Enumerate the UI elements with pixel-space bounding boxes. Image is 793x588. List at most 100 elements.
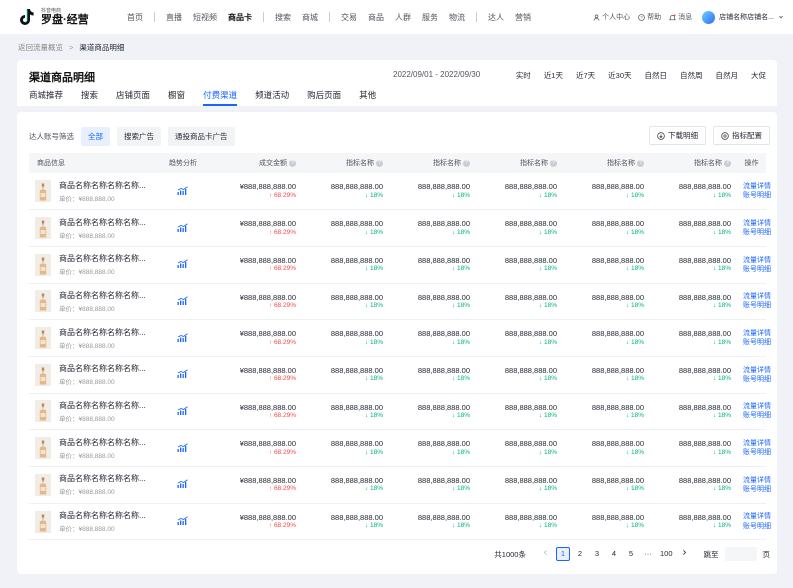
traffic-detail-link[interactable]: 流量详情 — [743, 219, 771, 228]
traffic-detail-link[interactable]: 流量详情 — [743, 182, 771, 191]
help-link[interactable]: ? 帮助 — [638, 12, 661, 22]
col-metric-4[interactable]: 指标名称? — [563, 153, 650, 173]
nav-item-group3-1[interactable]: 商城 — [302, 12, 318, 23]
product-name[interactable]: 商品名称名称名称名称... — [59, 217, 146, 228]
account-detail-link[interactable]: 账号明细 — [743, 448, 771, 457]
nav-item-group4-2[interactable]: 人群 — [395, 12, 411, 23]
trend-chart-icon[interactable] — [177, 479, 189, 490]
tab-2[interactable]: 店铺页面 — [116, 89, 150, 105]
trend-chart-icon[interactable] — [177, 259, 189, 270]
help-icon[interactable]: ? — [376, 159, 383, 167]
filter-chip-0[interactable]: 全部 — [81, 127, 110, 146]
account-detail-link[interactable]: 账号明细 — [743, 338, 771, 347]
period-option-4[interactable]: 自然日 — [640, 68, 673, 83]
metric-config-button[interactable]: 指标配置 — [713, 126, 770, 145]
tab-1[interactable]: 搜索 — [81, 89, 98, 105]
page-button-2[interactable]: 3 — [590, 547, 604, 561]
account-detail-link[interactable]: 账号明细 — [743, 191, 771, 200]
product-name[interactable]: 商品名称名称名称名称... — [59, 253, 146, 264]
period-option-2[interactable]: 近7天 — [571, 68, 600, 83]
traffic-detail-link[interactable]: 流量详情 — [743, 512, 771, 521]
traffic-detail-link[interactable]: 流量详情 — [743, 439, 771, 448]
tab-0[interactable]: 商城推荐 — [29, 89, 63, 105]
page-button-4[interactable]: 5 — [624, 547, 638, 561]
tab-6[interactable]: 购后页面 — [307, 89, 341, 105]
col-metric-1[interactable]: 指标名称? — [302, 153, 389, 173]
traffic-detail-link[interactable]: 流量详情 — [743, 256, 771, 265]
nav-item-group1-0[interactable]: 首页 — [127, 12, 143, 23]
period-option-6[interactable]: 自然月 — [711, 68, 744, 83]
col-metric-5[interactable]: 指标名称? — [650, 153, 737, 173]
nav-item-group5-1[interactable]: 营销 — [515, 12, 531, 23]
help-icon[interactable]: ? — [289, 159, 296, 167]
tab-7[interactable]: 其他 — [359, 89, 376, 105]
period-option-3[interactable]: 近30天 — [603, 68, 636, 83]
download-detail-button[interactable]: 下载明细 — [649, 126, 706, 145]
traffic-detail-link[interactable]: 流量详情 — [743, 292, 771, 301]
account-detail-link[interactable]: 账号明细 — [743, 228, 771, 237]
page-button-6[interactable]: 100 — [658, 547, 675, 561]
account-detail-link[interactable]: 账号明细 — [743, 485, 771, 494]
filter-chip-1[interactable]: 搜索广告 — [117, 127, 161, 146]
page-jump-input[interactable] — [724, 547, 757, 561]
help-icon[interactable]: ? — [550, 159, 557, 167]
page-button-5[interactable]: ··· — [641, 547, 655, 561]
trend-chart-icon[interactable] — [177, 186, 189, 197]
tab-4[interactable]: 付费渠道 — [203, 89, 238, 106]
nav-item-group4-3[interactable]: 服务 — [422, 12, 438, 23]
page-button-0[interactable]: 1 — [555, 547, 570, 561]
nav-item-group2-0[interactable]: 直播 — [166, 12, 182, 23]
account-detail-link[interactable]: 账号明细 — [743, 375, 771, 384]
message-link[interactable]: 消息 — [669, 12, 692, 22]
trend-chart-icon[interactable] — [177, 443, 189, 454]
tab-5[interactable]: 频道活动 — [255, 89, 289, 105]
account-detail-link[interactable]: 账号明细 — [743, 411, 771, 420]
traffic-detail-link[interactable]: 流量详情 — [743, 402, 771, 411]
period-option-0[interactable]: 实时 — [511, 68, 536, 83]
logo[interactable]: 抖音电商 罗盘·经营 — [17, 7, 117, 27]
col-gmv[interactable]: 成交金额? — [209, 153, 302, 173]
nav-item-group3-0[interactable]: 搜索 — [275, 12, 291, 23]
help-icon[interactable]: ? — [724, 159, 731, 167]
help-icon[interactable]: ? — [463, 159, 470, 167]
period-option-7[interactable]: 大促 — [746, 68, 771, 83]
breadcrumb-back-link[interactable]: 返回流量概览 — [18, 42, 63, 53]
date-range[interactable]: 2022/09/01 - 2022/09/30 — [393, 70, 480, 79]
trend-chart-icon[interactable] — [177, 516, 189, 527]
nav-item-group4-4[interactable]: 物流 — [449, 12, 465, 23]
page-button-3[interactable]: 4 — [607, 547, 621, 561]
help-icon[interactable]: ? — [637, 159, 644, 167]
product-name[interactable]: 商品名称名称名称名称... — [59, 327, 146, 338]
product-name[interactable]: 商品名称名称名称名称... — [59, 400, 146, 411]
nav-item-group2-2[interactable]: 商品卡 — [228, 12, 252, 23]
account-detail-link[interactable]: 账号明细 — [743, 301, 771, 310]
trend-chart-icon[interactable] — [177, 222, 189, 234]
product-name[interactable]: 商品名称名称名称名称... — [59, 363, 146, 374]
tab-3[interactable]: 橱窗 — [168, 89, 185, 105]
product-name[interactable]: 商品名称名称名称名称... — [59, 437, 146, 448]
personal-center-link[interactable]: 个人中心 — [593, 12, 630, 22]
traffic-detail-link[interactable]: 流量详情 — [743, 329, 771, 338]
prev-page-button[interactable] — [539, 547, 553, 561]
period-option-1[interactable]: 近1天 — [539, 68, 568, 83]
filter-chip-2[interactable]: 通投商品卡广告 — [168, 127, 235, 146]
col-metric-3[interactable]: 指标名称? — [476, 153, 563, 173]
page-button-1[interactable]: 2 — [573, 547, 587, 561]
col-metric-2[interactable]: 指标名称? — [389, 153, 476, 173]
traffic-detail-link[interactable]: 流量详情 — [743, 366, 771, 375]
nav-item-group4-0[interactable]: 交易 — [341, 12, 357, 23]
trend-chart-icon[interactable] — [177, 296, 189, 307]
period-option-5[interactable]: 自然周 — [675, 68, 708, 83]
product-name[interactable]: 商品名称名称名称名称... — [59, 473, 146, 484]
product-name[interactable]: 商品名称名称名称名称... — [59, 180, 146, 191]
account-detail-link[interactable]: 账号明细 — [743, 522, 771, 531]
nav-item-group2-1[interactable]: 短视频 — [193, 12, 217, 23]
trend-chart-icon[interactable] — [177, 333, 189, 344]
product-name[interactable]: 商品名称名称名称名称... — [59, 290, 146, 301]
nav-item-group5-0[interactable]: 达人 — [488, 12, 504, 23]
product-name[interactable]: 商品名称名称名称名称... — [59, 510, 146, 521]
account-detail-link[interactable]: 账号明细 — [743, 265, 771, 274]
traffic-detail-link[interactable]: 流量详情 — [743, 476, 771, 485]
trend-chart-icon[interactable] — [177, 369, 189, 380]
trend-chart-icon[interactable] — [177, 406, 189, 417]
